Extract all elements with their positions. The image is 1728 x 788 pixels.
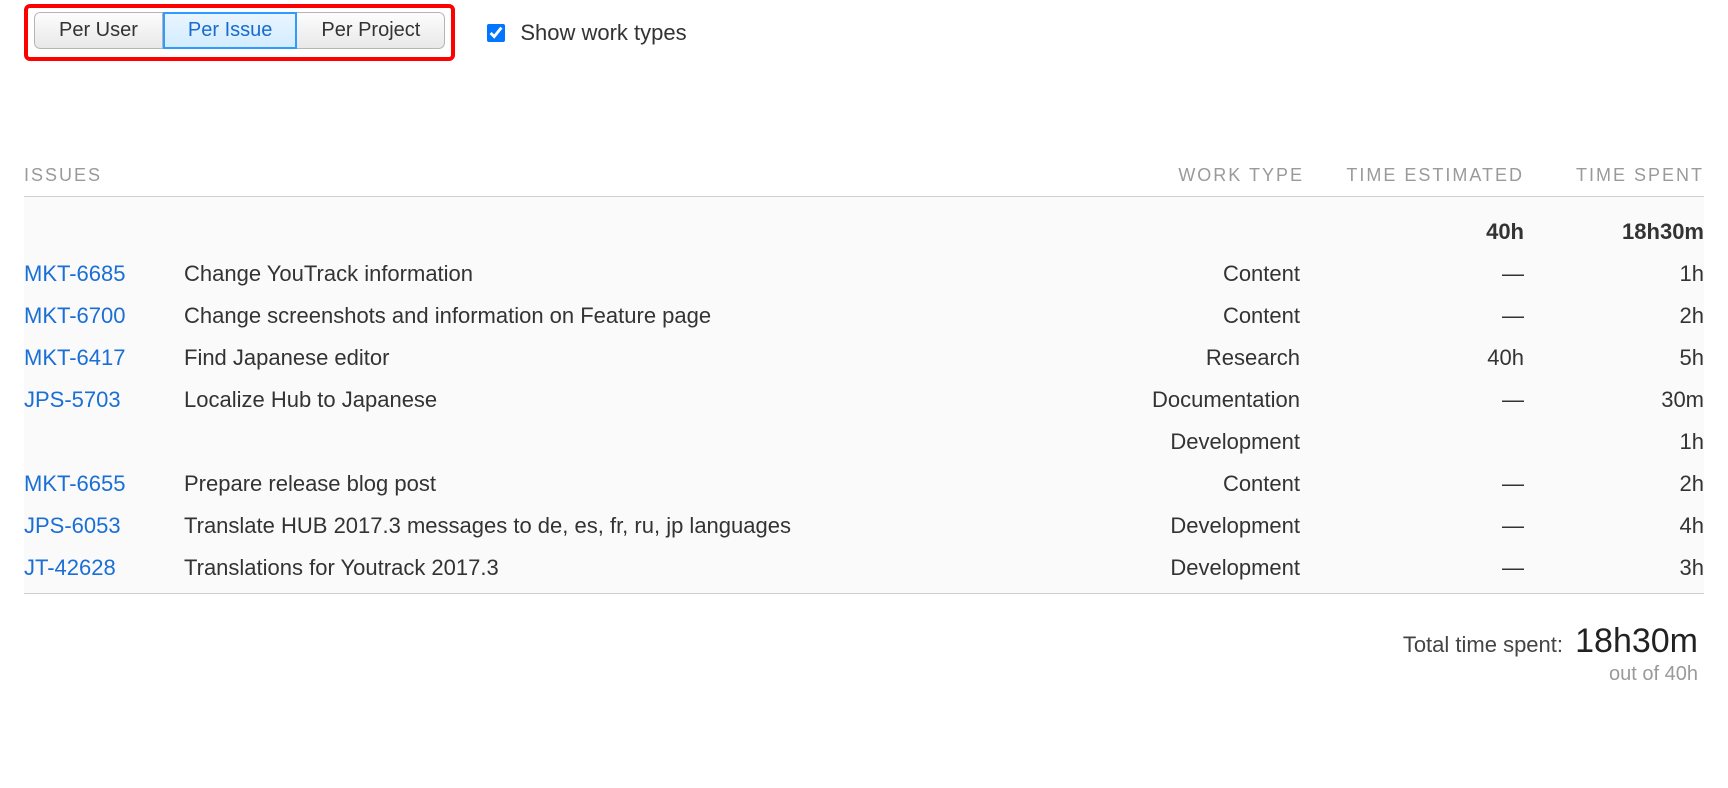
col-header-time-spent: TIME SPENT: [1524, 155, 1704, 197]
col-header-work-type: WORK TYPE: [1084, 155, 1304, 197]
issue-link[interactable]: JPS-6053: [24, 513, 121, 538]
time-spent: 1h: [1524, 253, 1704, 295]
table-row: MKT-6417 Find Japanese editorResearch40h5…: [24, 337, 1704, 379]
issue-title: Change YouTrack information: [184, 253, 1084, 295]
footer-totals: Total time spent: 18h30m out of 40h: [24, 622, 1704, 686]
issue-link[interactable]: JT-42628: [24, 555, 116, 580]
issue-title: Translations for Youtrack 2017.3: [184, 547, 1084, 594]
time-estimated: —: [1304, 463, 1524, 505]
time-spent: 3h: [1524, 547, 1704, 594]
issue-title: Translate HUB 2017.3 messages to de, es,…: [184, 505, 1084, 547]
work-type: Content: [1084, 295, 1304, 337]
tab-per-user[interactable]: Per User: [34, 12, 163, 49]
table-row: JPS-5703 Localize Hub to JapaneseDocument…: [24, 379, 1704, 421]
total-time-spent-label: Total time spent:: [1403, 632, 1563, 657]
tab-per-issue[interactable]: Per Issue: [163, 12, 297, 49]
work-type: Development: [1084, 421, 1304, 463]
time-spent: 2h: [1524, 463, 1704, 505]
table-row: MKT-6685 Change YouTrack informationConte…: [24, 253, 1704, 295]
issue-link[interactable]: MKT-6700: [24, 303, 126, 328]
table-row: Development 1h: [24, 421, 1704, 463]
total-time-spent-value: 18h30m: [1575, 622, 1698, 660]
time-estimated: —: [1304, 253, 1524, 295]
time-estimated: —: [1304, 547, 1524, 594]
time-spent: 5h: [1524, 337, 1704, 379]
table-row: JPS-6053 Translate HUB 2017.3 messages to…: [24, 505, 1704, 547]
work-type: Research: [1084, 337, 1304, 379]
tab-per-project[interactable]: Per Project: [297, 12, 445, 49]
view-mode-tabs: Per User Per Issue Per Project: [34, 12, 445, 49]
show-work-types-checkbox[interactable]: [487, 24, 505, 42]
work-type: Development: [1084, 505, 1304, 547]
col-header-issues: ISSUES: [24, 155, 1084, 197]
time-spent: 4h: [1524, 505, 1704, 547]
issue-link[interactable]: JPS-5703: [24, 387, 121, 412]
work-type: Content: [1084, 253, 1304, 295]
issue-title: Localize Hub to Japanese: [184, 379, 1084, 421]
issue-link[interactable]: MKT-6685: [24, 261, 126, 286]
show-work-types-option[interactable]: Show work types: [483, 20, 686, 46]
work-type: Documentation: [1084, 379, 1304, 421]
issue-title: Change screenshots and information on Fe…: [184, 295, 1084, 337]
totals-row: 40h 18h30m: [24, 197, 1704, 254]
time-estimated: —: [1304, 379, 1524, 421]
work-type: Content: [1084, 463, 1304, 505]
table-row: JT-42628 Translations for Youtrack 2017.3…: [24, 547, 1704, 594]
time-spent: 1h: [1524, 421, 1704, 463]
issue-title: Prepare release blog post: [184, 463, 1084, 505]
time-spent: 30m: [1524, 379, 1704, 421]
time-estimated: —: [1304, 295, 1524, 337]
work-type: Development: [1084, 547, 1304, 594]
issue-title: [184, 421, 1084, 463]
time-spent: 2h: [1524, 295, 1704, 337]
col-header-time-estimated: TIME ESTIMATED: [1304, 155, 1524, 197]
time-estimated: [1304, 421, 1524, 463]
time-estimated: —: [1304, 505, 1524, 547]
totals-time-spent: 18h30m: [1524, 197, 1704, 254]
issue-title: Find Japanese editor: [184, 337, 1084, 379]
time-estimated: 40h: [1304, 337, 1524, 379]
issue-link[interactable]: MKT-6417: [24, 345, 126, 370]
totals-time-estimated: 40h: [1304, 197, 1524, 254]
time-report-table: ISSUES WORK TYPE TIME ESTIMATED TIME SPE…: [24, 155, 1704, 594]
total-out-of: out of 40h: [24, 663, 1698, 686]
show-work-types-label: Show work types: [520, 20, 686, 46]
issue-link[interactable]: MKT-6655: [24, 471, 126, 496]
table-row: MKT-6700 Change screenshots and informati…: [24, 295, 1704, 337]
table-row: MKT-6655 Prepare release blog postContent…: [24, 463, 1704, 505]
tab-group-highlight: Per User Per Issue Per Project: [24, 4, 455, 61]
